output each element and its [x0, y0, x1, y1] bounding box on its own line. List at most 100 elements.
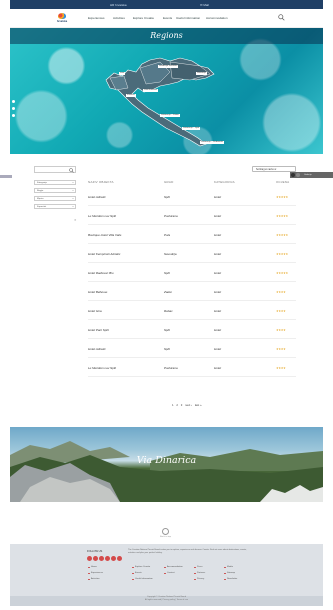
logo-text: hrvatska [56, 20, 68, 23]
row-name[interactable]: Hotel Adriatic [88, 347, 106, 351]
legal-links-text[interactable]: All rights reserved | Privacy policy | T… [10, 599, 323, 602]
table-row[interactable]: Hotel Bellevue Zadar Hotel ★★★★ [88, 283, 296, 301]
dot-control[interactable] [12, 100, 15, 103]
table-row[interactable]: Le Meridien Lav Split Podstrana Hotel ★★… [88, 359, 296, 377]
footer-link[interactable]: Experiences [87, 572, 103, 575]
footer-link[interactable]: Explore Croatia [131, 566, 150, 569]
search-icon[interactable] [278, 14, 285, 21]
select-value: Kapacitet [37, 205, 47, 208]
region-select[interactable]: Regija ▾ [34, 188, 76, 193]
nav-item-useful-info[interactable]: Useful information [176, 16, 200, 20]
row-name[interactable]: Le Meridien Lav Split [88, 366, 116, 370]
footer-link[interactable]: Newsletter [223, 578, 237, 581]
site-logo[interactable]: hrvatska [52, 13, 72, 24]
row-city: Split [164, 347, 170, 351]
footer-link[interactable]: Home [88, 566, 97, 569]
last-page-link[interactable]: last » [195, 403, 202, 407]
twitter-icon[interactable] [93, 556, 98, 561]
language-switch[interactable]: HR hrvatska [110, 3, 127, 7]
select-value: Mjesto [37, 197, 44, 200]
facebook-icon[interactable] [87, 556, 92, 561]
footer-link[interactable]: Sitemap [223, 572, 235, 575]
next-page-link[interactable]: next › [185, 403, 192, 407]
row-name[interactable]: Hotel Radisson Blu [88, 271, 114, 275]
capacity-select[interactable]: Kapacitet ▾ [34, 204, 76, 209]
map-label-zadar[interactable]: Dalmacija – Zadar [160, 114, 180, 117]
footer-link[interactable]: Media [224, 566, 233, 569]
row-name[interactable]: Le Meridien Lav Split [88, 214, 116, 218]
row-name[interactable]: Hotel Kempinski Adriatic [88, 252, 120, 256]
arrow-up-icon[interactable] [162, 528, 169, 535]
map-label-central[interactable]: Središnja Hrvatska [158, 65, 179, 68]
mail-link[interactable]: ✉ Mail [200, 3, 209, 7]
row-stars: ★★★★ [276, 347, 286, 351]
column-header-city[interactable]: GRAD [164, 180, 173, 184]
table-row[interactable]: Hotel Istra Rabac Hotel ★★★★ [88, 302, 296, 320]
clear-filters-icon[interactable]: ✕ [74, 218, 77, 222]
youtube-icon[interactable] [105, 556, 110, 561]
table-row[interactable]: Le Meridien Lav Split Podstrana Hotel ★★… [88, 207, 296, 225]
main-navbar: hrvatska Experiences Activities Explore … [10, 9, 323, 28]
nav-item-activities[interactable]: Activities [113, 16, 125, 20]
row-name[interactable]: Hotel Istra [88, 309, 102, 313]
footer-link[interactable]: Useful information [132, 578, 153, 581]
instagram-icon[interactable] [99, 556, 104, 561]
row-city: Rabac [164, 309, 173, 313]
map-label-lika[interactable]: Lika-Karlovac [143, 89, 159, 92]
column-header-name[interactable]: NAZIV OBJEKTA [88, 180, 114, 184]
dot-control[interactable] [12, 107, 15, 110]
row-stars: ★★★★ [276, 366, 286, 370]
column-header-category[interactable]: KATEGORIJA [214, 180, 235, 184]
footer-bottom-bar: Copyright © Croatian National Tourist Bo… [10, 596, 323, 606]
map-label-istra[interactable]: Istra [119, 72, 126, 75]
map-label-slavonija[interactable]: Slavonija [196, 72, 207, 75]
map-label-split[interactable]: Dalmacija – Split [182, 127, 201, 130]
footer-link[interactable]: Events [132, 572, 142, 575]
footer-link[interactable]: Accommodation [164, 566, 183, 569]
nav-item-accommodation[interactable]: Accommodation [206, 16, 228, 20]
scroll-top-label: Back to top [160, 536, 171, 538]
page-link[interactable]: 2 [176, 403, 178, 407]
row-name[interactable]: Boutique Hotel Villa Valis [88, 233, 121, 237]
hero-side-dots [12, 100, 15, 121]
row-name[interactable]: Hotel Adriatic [88, 195, 106, 199]
table-row[interactable]: Hotel Adriatic Split Hotel ★★★★ [88, 340, 296, 358]
footer-link[interactable]: Press [194, 566, 203, 569]
scroll-to-top[interactable]: Back to top [160, 528, 171, 538]
chevron-down-icon: ▾ [72, 182, 74, 184]
footer-link[interactable]: Privacy [193, 578, 204, 581]
footer-link[interactable]: Contact [164, 572, 175, 575]
table-row[interactable]: Hotel Radisson Blu Split Hotel ★★★★★ [88, 264, 296, 282]
table-row[interactable]: Hotel Park Split Split Hotel ★★★★ [88, 321, 296, 339]
place-select[interactable]: Mjesto ▾ [34, 196, 76, 201]
map-label-dubrovnik[interactable]: Dalmacija – Dubrovnik [200, 141, 224, 144]
share-icon[interactable] [291, 172, 295, 177]
left-side-tab[interactable] [0, 175, 12, 178]
footer-link[interactable]: Activities [88, 578, 100, 581]
row-category: Hotel [214, 328, 222, 332]
row-city: Zadar [164, 290, 172, 294]
page-link[interactable]: 1 [172, 403, 174, 407]
table-row[interactable]: Hotel Adriatic Split Hotel ★★★★★ [88, 188, 296, 206]
row-name[interactable]: Hotel Park Split [88, 328, 109, 332]
gallery-icon[interactable] [296, 172, 300, 177]
filter-search-input[interactable] [34, 166, 76, 173]
sort-dropdown[interactable]: Sortiraj po nazivu ▾ [252, 166, 296, 172]
via-dinarica-banner[interactable]: Via Dinarica [10, 427, 323, 502]
row-stars: ★★★★★ [276, 195, 288, 199]
google-plus-icon[interactable] [117, 556, 122, 561]
nav-item-experiences[interactable]: Experiences [88, 16, 105, 20]
map-label-kvarner[interactable]: Kvarner [126, 94, 136, 97]
dot-control[interactable] [12, 114, 15, 117]
pinterest-icon[interactable] [111, 556, 116, 561]
table-row[interactable]: Hotel Kempinski Adriatic Savudrija Hotel… [88, 245, 296, 263]
nav-item-explore-croatia[interactable]: Explore Croatia [133, 16, 154, 20]
table-row[interactable]: Boutique Hotel Villa Valis Pula Hotel ★★… [88, 226, 296, 244]
category-select[interactable]: Kategorija ▾ [34, 180, 76, 185]
footer-link[interactable]: Partners [193, 572, 205, 575]
page-link[interactable]: 3 [181, 403, 183, 407]
gallery-side-tab[interactable]: Galerija [290, 172, 333, 178]
column-header-rating[interactable]: OCJENA [276, 180, 289, 184]
row-name[interactable]: Hotel Bellevue [88, 290, 107, 294]
nav-item-events[interactable]: Events [163, 16, 172, 20]
